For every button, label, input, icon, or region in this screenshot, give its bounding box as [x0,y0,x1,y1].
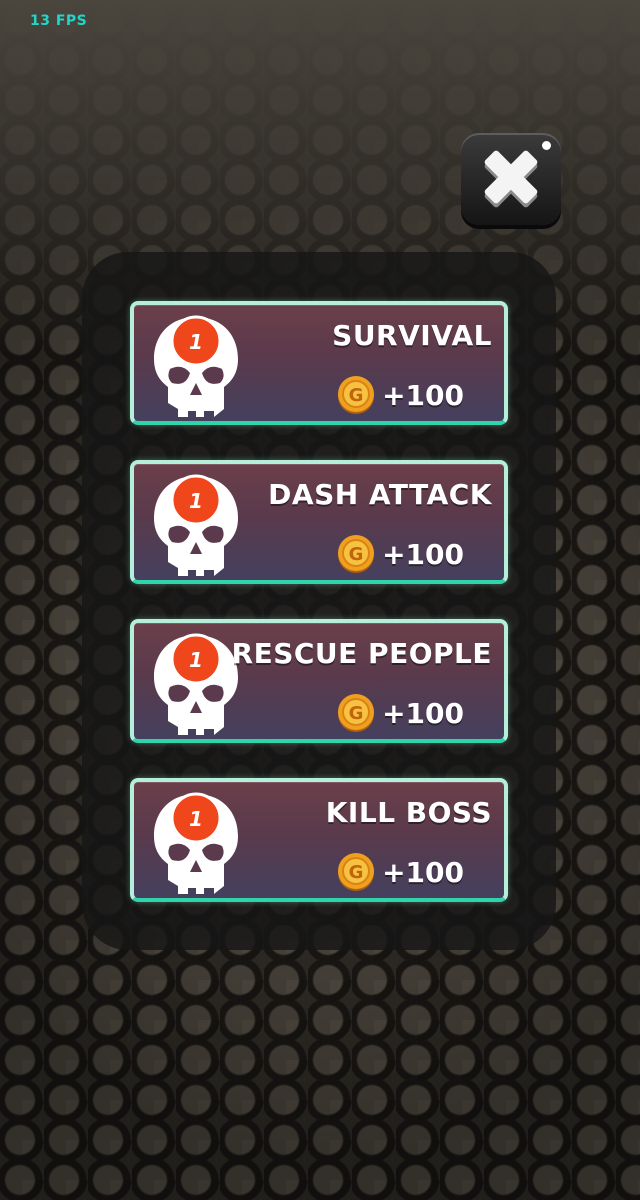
skull-icon: 1 [154,792,238,894]
gold-coin-icon: G [338,853,375,891]
mission-card-rescue-people[interactable]: 1 RESCUE PEOPLE G +100 [130,619,508,743]
mission-reward: G +100 [336,693,464,733]
skull-icon: 1 [154,315,238,417]
mission-card-dash-attack[interactable]: 1 DASH ATTACK G +100 [130,460,508,584]
mission-count-badge: 1 [189,648,203,672]
mission-reward: G +100 [336,375,464,415]
gold-coin-icon: G [338,694,375,732]
close-button[interactable] [461,133,561,225]
mission-count-badge: 1 [189,330,203,354]
svg-text:G: G [349,385,364,406]
svg-text:G: G [349,544,364,565]
reward-amount: +100 [382,696,464,730]
mission-title: SURVIVAL [332,319,492,352]
mission-count-badge: 1 [189,807,203,831]
svg-text:G: G [349,862,364,883]
reward-amount: +100 [382,378,464,412]
fps-counter: 13 FPS [30,13,88,29]
mission-count-badge: 1 [189,489,203,513]
mission-title: RESCUE PEOPLE [231,637,492,670]
skull-icon: 1 [154,633,238,735]
gold-coin-icon: G [338,376,375,414]
mission-reward: G +100 [336,852,464,892]
reward-amount: +100 [382,537,464,571]
close-icon [484,150,538,208]
mission-card-survival[interactable]: 1 SURVIVAL G +100 [130,301,508,425]
svg-text:G: G [349,703,364,724]
mission-card-kill-boss[interactable]: 1 KILL BOSS G +100 [130,778,508,902]
mission-title: KILL BOSS [325,796,492,829]
skull-icon: 1 [154,474,238,576]
gold-coin-icon: G [338,535,375,573]
reward-amount: +100 [382,855,464,889]
mission-title: DASH ATTACK [268,478,492,511]
mission-reward: G +100 [336,534,464,574]
